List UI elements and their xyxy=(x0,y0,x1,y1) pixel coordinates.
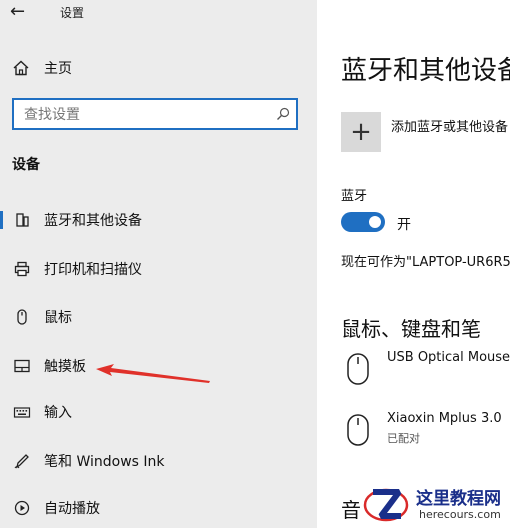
title-bar: ← 设置 xyxy=(0,0,317,24)
window-title: 设置 xyxy=(60,6,85,20)
add-device-label[interactable]: 添加蓝牙或其他设备 xyxy=(391,116,508,135)
sidebar-item-typing[interactable]: 输入 xyxy=(0,397,317,427)
discoverable-text: 现在可作为"LAPTOP-UR6R5 xyxy=(341,255,510,270)
watermark-title: 这里教程网 xyxy=(416,489,501,509)
sidebar-item-printers[interactable]: 打印机和扫描仪 xyxy=(0,254,317,284)
touchpad-icon xyxy=(0,357,44,375)
sidebar-item-bluetooth[interactable]: 蓝牙和其他设备 xyxy=(0,205,317,235)
keyboard-icon xyxy=(0,403,44,421)
watermark-logo-icon xyxy=(363,488,409,522)
home-nav-item[interactable]: 主页 xyxy=(12,56,72,80)
bluetooth-label: 蓝牙 xyxy=(341,189,368,204)
main-panel: 蓝牙和其他设备 + 添加蓝牙或其他设备 蓝牙 开 现在可作为"LAPTOP-UR… xyxy=(317,0,510,528)
bluetooth-state: 开 xyxy=(397,217,411,233)
section-heading-devices: 设备 xyxy=(12,157,40,173)
search-box[interactable] xyxy=(12,98,298,130)
audio-heading: 音 xyxy=(341,498,361,522)
device-status: 已配对 xyxy=(387,432,420,445)
toggle-knob xyxy=(369,216,381,228)
mouse-keyboard-pen-heading: 鼠标、键盘和笔 xyxy=(341,317,481,341)
sidebar: ← 设置 主页 设备 蓝牙和其他设备 xyxy=(0,0,317,528)
watermark: 这里教程网 herecours.com xyxy=(361,482,509,526)
selection-indicator xyxy=(0,211,3,229)
sidebar-item-label: 鼠标 xyxy=(44,310,72,326)
printer-icon xyxy=(0,260,44,278)
bluetooth-toggle[interactable] xyxy=(341,212,385,232)
back-arrow-icon[interactable]: ← xyxy=(10,1,25,23)
annotation-arrow-icon xyxy=(96,364,210,383)
sidebar-item-pen[interactable]: 笔和 Windows Ink xyxy=(0,446,317,476)
sidebar-item-label: 自动播放 xyxy=(44,501,100,517)
home-label: 主页 xyxy=(44,61,72,77)
page-title: 蓝牙和其他设备 xyxy=(341,56,510,86)
watermark-url: herecours.com xyxy=(419,508,501,521)
search-icon[interactable] xyxy=(276,107,290,121)
sidebar-item-label: 笔和 Windows Ink xyxy=(44,454,165,470)
device-name: Xiaoxin Mplus 3.0 xyxy=(387,411,502,426)
mouse-icon xyxy=(347,414,369,446)
add-device-button[interactable]: + xyxy=(341,112,381,152)
sidebar-item-label: 输入 xyxy=(44,405,72,421)
search-input[interactable] xyxy=(22,100,266,130)
mouse-icon xyxy=(347,353,369,385)
sidebar-item-label: 触摸板 xyxy=(44,359,86,375)
home-icon xyxy=(13,60,29,76)
sidebar-item-autoplay[interactable]: 自动播放 xyxy=(0,493,317,523)
bluetooth-device-icon xyxy=(0,211,44,229)
plus-icon: + xyxy=(350,117,372,147)
autoplay-icon xyxy=(0,499,44,517)
sidebar-item-label: 打印机和扫描仪 xyxy=(44,262,142,278)
sidebar-item-mouse[interactable]: 鼠标 xyxy=(0,302,317,332)
sidebar-item-label: 蓝牙和其他设备 xyxy=(44,213,142,229)
pen-icon xyxy=(0,452,44,470)
mouse-icon xyxy=(0,308,44,326)
device-name: USB Optical Mouse xyxy=(387,350,510,365)
